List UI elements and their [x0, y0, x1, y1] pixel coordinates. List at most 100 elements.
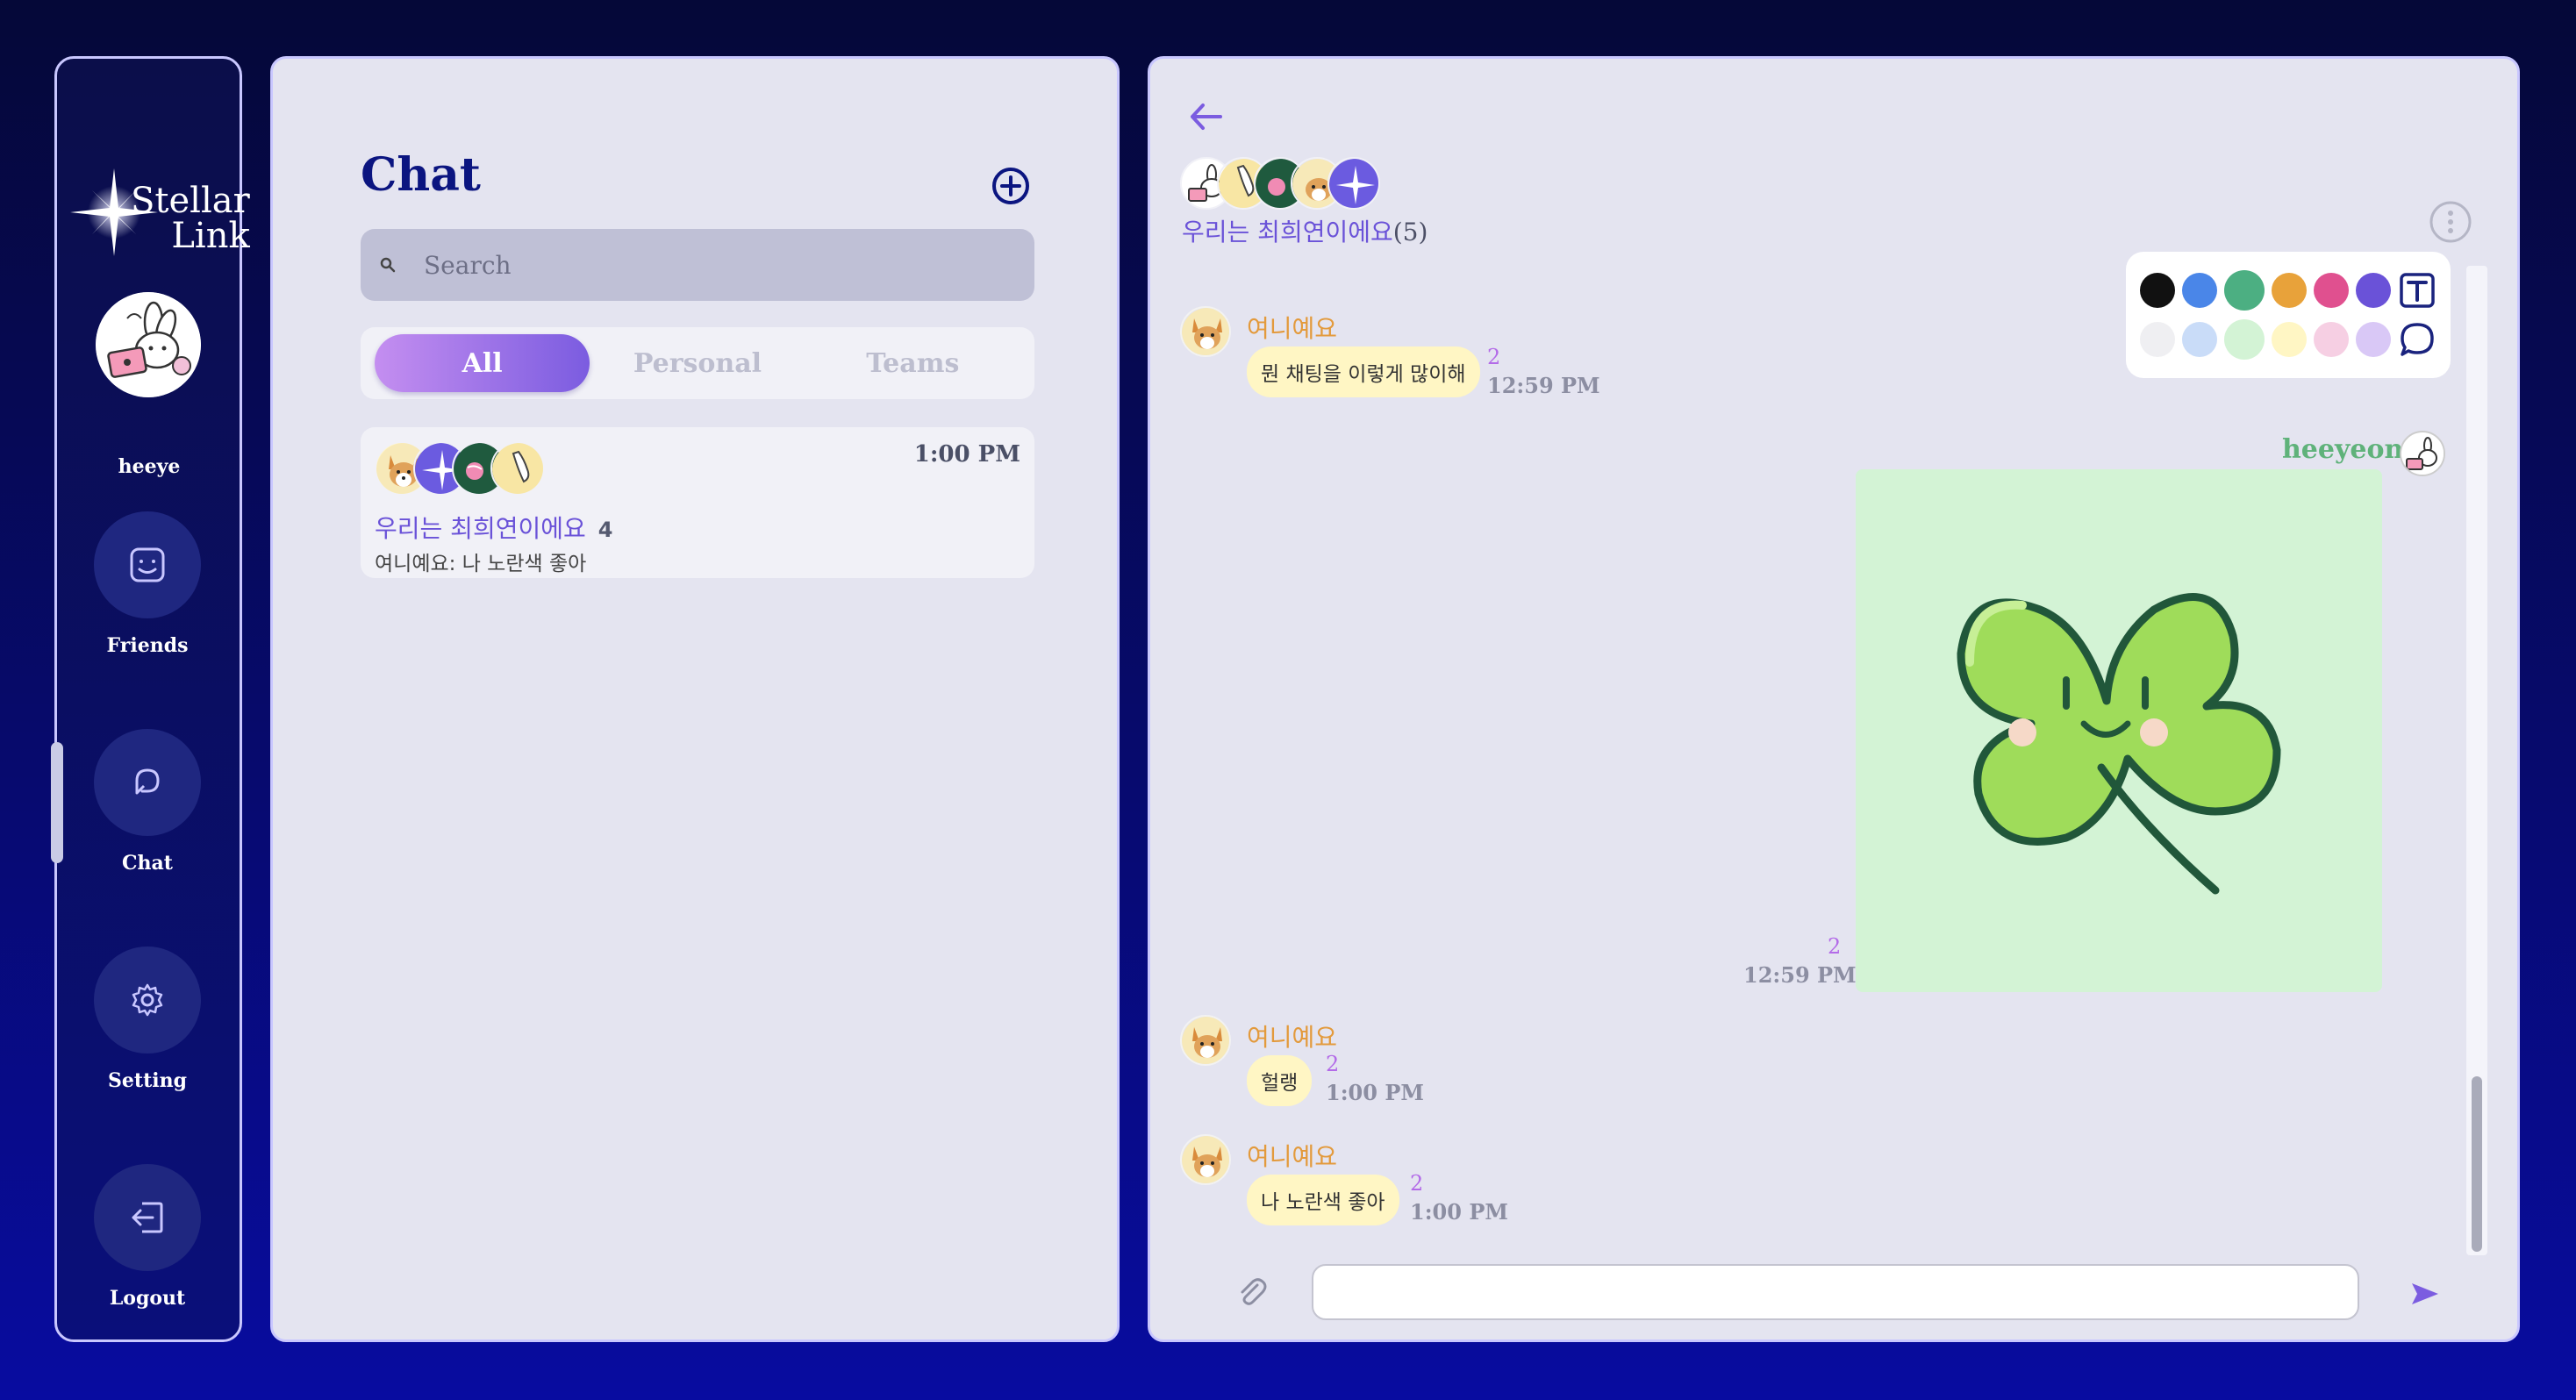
chat-list-panel: Chat All Personal Teams	[270, 56, 1120, 1342]
sender-avatar[interactable]	[1180, 306, 1231, 357]
chat-room-item[interactable]: 1:00 PM 우리는 최희연이에요 4 여니예요: 나 노란색 좋아	[361, 427, 1034, 578]
nav-logout[interactable]: Logout	[92, 1164, 203, 1310]
swatch-green[interactable]	[2224, 270, 2265, 311]
nav-setting[interactable]: Setting	[92, 946, 203, 1092]
swatch-light-green[interactable]	[2224, 319, 2265, 360]
username: heeye	[118, 455, 181, 478]
unread-count: 2	[1326, 1052, 1340, 1076]
search-box[interactable]	[361, 229, 1034, 301]
nav-setting-button[interactable]	[94, 946, 201, 1054]
message-sender: 여니예요	[1247, 1023, 1338, 1052]
swatch-light-gray[interactable]	[2140, 322, 2175, 357]
swatch-light-purple[interactable]	[2356, 322, 2391, 357]
yellow-bunny-icon	[492, 443, 543, 494]
member-avatar-5	[1327, 157, 1380, 210]
nav-chat[interactable]: Chat	[92, 729, 203, 875]
unread-count: 2	[1410, 1171, 1424, 1196]
logout-icon	[132, 1202, 163, 1233]
swatch-orange[interactable]	[2272, 273, 2307, 308]
text-color-toggle[interactable]	[2398, 270, 2436, 311]
bunny-avatar-icon	[96, 292, 201, 397]
nav-friends-button[interactable]	[94, 511, 201, 618]
my-message-avatar	[2400, 431, 2445, 476]
swatch-purple[interactable]	[2356, 273, 2391, 308]
message-input-row	[1150, 1255, 2517, 1334]
message-bubble[interactable]: 뭔 채팅을 이렇게 많이해	[1247, 346, 1480, 397]
swatch-blue[interactable]	[2182, 273, 2217, 308]
message-time: 12:59 PM	[1743, 962, 1857, 988]
gear-icon	[132, 983, 163, 1017]
send-icon[interactable]	[2407, 1276, 2442, 1311]
speech-bubble-icon	[2401, 323, 2434, 356]
add-chat-icon[interactable]	[991, 166, 1031, 206]
sender-avatar[interactable]	[1180, 1134, 1231, 1185]
logo-text: Stellar Link	[131, 183, 250, 254]
clover-sticker-icon	[1957, 593, 2281, 895]
message-bubble[interactable]: 헐랭	[1247, 1055, 1313, 1106]
sparkle-icon	[1329, 159, 1378, 208]
swatch-black[interactable]	[2140, 273, 2175, 308]
chat-room-panel: 우리는 최희연이에요(5) 여니예요 뭔 채팅을 이렇게 많이해 2 12:59…	[1148, 56, 2520, 1342]
my-avatar[interactable]	[96, 292, 201, 397]
chat-bubble-icon	[135, 768, 160, 795]
swatch-light-blue[interactable]	[2182, 322, 2217, 357]
room-title-text: 우리는 최희연이에요	[1182, 218, 1393, 246]
nav-chat-button[interactable]	[94, 729, 201, 836]
text-icon	[2400, 273, 2435, 308]
room-title: 우리는 최희연이에요(5)	[1182, 213, 1428, 248]
text-color-row	[2140, 266, 2436, 315]
corgi-icon	[1182, 1017, 1229, 1064]
swatch-light-yellow[interactable]	[2272, 322, 2307, 357]
tab-teams[interactable]: Teams	[805, 334, 1020, 392]
sidebar: Stellar Link heeye Friends Chat Setting …	[54, 56, 250, 1342]
paperclip-icon[interactable]	[1234, 1275, 1270, 1310]
tab-personal[interactable]: Personal	[590, 334, 805, 392]
room-name: 우리는 최희연이에요 4	[375, 510, 612, 545]
logo-line-1: Stellar	[131, 181, 250, 221]
chat-filter-tabs: All Personal Teams	[361, 327, 1034, 399]
more-options-icon[interactable]	[2428, 199, 2473, 245]
back-arrow-icon[interactable]	[1185, 96, 1227, 138]
message-time: 1:00 PM	[1326, 1080, 1424, 1105]
nav-logout-button[interactable]	[94, 1164, 201, 1271]
corgi-icon	[1182, 1136, 1229, 1183]
logo-line-2: Link	[171, 216, 250, 256]
bubble-color-palette	[2126, 252, 2451, 378]
sender-avatar[interactable]	[1180, 1015, 1231, 1066]
search-input[interactable]	[424, 250, 985, 280]
message-time: 12:59 PM	[1487, 373, 1600, 398]
sticker-message[interactable]	[1856, 469, 2382, 992]
room-member-count: 4	[597, 518, 613, 542]
unread-count: 2	[1828, 934, 1842, 959]
smile-icon	[130, 547, 165, 582]
app-logo[interactable]: Stellar Link	[66, 129, 250, 278]
bubble-color-toggle[interactable]	[2398, 319, 2436, 360]
room-name-text: 우리는 최희연이에요	[375, 514, 586, 543]
corgi-icon	[1182, 308, 1229, 355]
chat-list-title: Chat	[361, 148, 481, 202]
message-bubble[interactable]: 나 노란색 좋아	[1247, 1175, 1399, 1225]
room-last-message: 여니예요: 나 노란색 좋아	[375, 553, 587, 575]
room-member-count: (5)	[1392, 218, 1428, 246]
active-nav-indicator	[51, 742, 63, 863]
room-avatar-group	[375, 441, 550, 496]
message-time: 1:00 PM	[1410, 1199, 1508, 1225]
bunny-laptop-icon	[2401, 432, 2444, 475]
search-icon	[380, 257, 396, 273]
message-input[interactable]	[1312, 1264, 2359, 1320]
nav-friends-label: Friends	[106, 634, 189, 657]
bunny-avatar	[490, 441, 545, 496]
room-header-avatars	[1180, 157, 1391, 213]
nav-friends[interactable]: Friends	[92, 511, 203, 657]
tab-all[interactable]: All	[375, 334, 590, 392]
message-sender: 여니예요	[1247, 1142, 1338, 1171]
swatch-pink[interactable]	[2314, 273, 2349, 308]
message-sender: 여니예요	[1247, 314, 1338, 343]
nav-setting-label: Setting	[108, 1069, 187, 1092]
swatch-light-pink[interactable]	[2314, 322, 2349, 357]
nav-chat-label: Chat	[122, 852, 173, 875]
room-time: 1:00 PM	[913, 441, 1020, 468]
messages-scrollbar-thumb[interactable]	[2472, 1076, 2482, 1252]
bubble-color-row	[2140, 315, 2436, 364]
unread-count: 2	[1487, 345, 1501, 369]
